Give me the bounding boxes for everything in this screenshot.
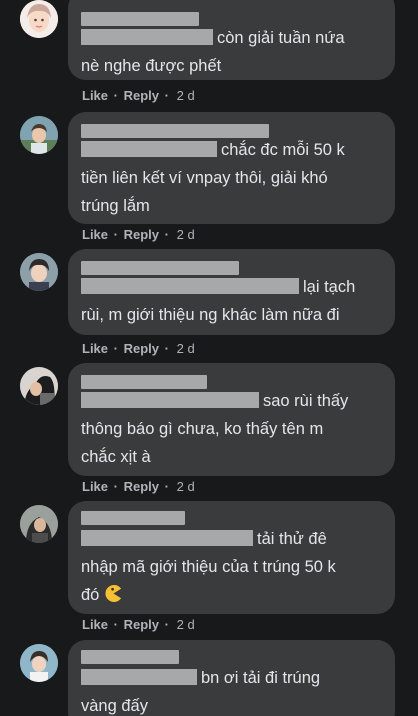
- comment-timestamp[interactable]: 2 d: [177, 227, 195, 242]
- like-button[interactable]: Like: [82, 617, 108, 632]
- pacman-emoji-icon: [105, 584, 122, 603]
- comment-text-line: chắc đc mỗi 50 k: [221, 141, 345, 159]
- comment-text-line: nhập mã giới thiệu của t trúng 50 k: [81, 558, 336, 576]
- separator-dot: ·: [113, 88, 118, 103]
- comment-text-line: vàng đấy: [81, 697, 148, 715]
- comment-text-line: nè nghe được phết: [81, 57, 222, 75]
- comment-timestamp[interactable]: 2 d: [177, 479, 195, 494]
- like-button[interactable]: Like: [82, 88, 108, 103]
- avatar[interactable]: [20, 644, 58, 682]
- separator-dot: ·: [113, 617, 118, 632]
- avatar-photo-icon: [20, 505, 58, 543]
- comment-timestamp[interactable]: 2 d: [177, 88, 195, 103]
- comment-actions: Like · Reply · 2 d: [82, 617, 195, 632]
- separator-dot: ·: [164, 341, 169, 356]
- comment-text: chắc đc mỗi 50 k tiền liên kết ví vnpay …: [81, 136, 385, 220]
- reply-button[interactable]: Reply: [124, 227, 159, 242]
- redacted-author-name: [81, 650, 179, 664]
- comment-text-line: tiền liên kết ví vnpay thôi, giải khó: [81, 169, 328, 187]
- comment-text-line: sao rùi thấy: [263, 392, 349, 410]
- comment-actions: Like · Reply · 2 d: [82, 479, 195, 494]
- comment-text-line: thông báo gì chưa, ko thấy tên m: [81, 420, 324, 438]
- comment-bubble: sao rùi thấy thông báo gì chưa, ko thấy …: [68, 363, 395, 476]
- comment-bubble: lại tạch rùi, m giới thiệu ng khác làm n…: [68, 249, 395, 335]
- avatar[interactable]: [20, 0, 58, 38]
- comment-text-line: còn giải tuần nứa: [217, 29, 345, 47]
- comment-text: bn ơi tải đi trúng vàng đấy: [81, 664, 385, 716]
- comment-timestamp[interactable]: 2 d: [177, 341, 195, 356]
- comment-bubble: tải thử đê nhập mã giới thiệu của t trún…: [68, 501, 395, 614]
- redacted-text: [81, 141, 217, 157]
- avatar-photo-icon: [20, 644, 58, 682]
- reply-button[interactable]: Reply: [124, 341, 159, 356]
- comment-bubble: chắc đc mỗi 50 k tiền liên kết ví vnpay …: [68, 112, 395, 224]
- reply-button[interactable]: Reply: [124, 88, 159, 103]
- redacted-author-name: [81, 511, 185, 525]
- redacted-text: [81, 392, 259, 408]
- comment-text-line: lại tạch: [303, 278, 356, 296]
- separator-dot: ·: [164, 479, 169, 494]
- avatar[interactable]: [20, 253, 58, 291]
- comment-text-line: trúng lắm: [81, 197, 150, 215]
- separator-dot: ·: [113, 479, 118, 494]
- comment-text-line: tải thử đê: [257, 530, 327, 548]
- avatar-photo-icon: [20, 0, 58, 38]
- comment-text-line: chắc xịt à: [81, 448, 151, 466]
- comment-actions: Like · Reply · 2 d: [82, 88, 195, 103]
- like-button[interactable]: Like: [82, 227, 108, 242]
- redacted-text: [81, 278, 299, 294]
- separator-dot: ·: [164, 88, 169, 103]
- comment-feed: còn giải tuần nứa nè nghe được phết Like…: [0, 0, 418, 716]
- redacted-text: [81, 530, 253, 546]
- separator-dot: ·: [164, 227, 169, 242]
- comment-text: tải thử đê nhập mã giới thiệu của t trún…: [81, 525, 385, 609]
- avatar[interactable]: [20, 367, 58, 405]
- avatar[interactable]: [20, 505, 58, 543]
- separator-dot: ·: [164, 617, 169, 632]
- comment-actions: Like · Reply · 2 d: [82, 227, 195, 242]
- like-button[interactable]: Like: [82, 341, 108, 356]
- comment-actions: Like · Reply · 2 d: [82, 341, 195, 356]
- redacted-text: [81, 29, 213, 45]
- avatar-photo-icon: [20, 116, 58, 154]
- reply-button[interactable]: Reply: [124, 479, 159, 494]
- avatar[interactable]: [20, 116, 58, 154]
- comment-text: sao rùi thấy thông báo gì chưa, ko thấy …: [81, 387, 385, 471]
- separator-dot: ·: [113, 341, 118, 356]
- like-button[interactable]: Like: [82, 479, 108, 494]
- separator-dot: ·: [113, 227, 118, 242]
- comment-bubble: còn giải tuần nứa nè nghe được phết: [68, 0, 395, 80]
- comment-text-line: bn ơi tải đi trúng: [201, 669, 321, 687]
- comment-timestamp[interactable]: 2 d: [177, 617, 195, 632]
- reply-button[interactable]: Reply: [124, 617, 159, 632]
- avatar-photo-icon: [20, 367, 58, 405]
- comment-text: còn giải tuần nứa nè nghe được phết: [81, 24, 385, 80]
- avatar-photo-icon: [20, 253, 58, 291]
- comment-text-line: đó: [81, 586, 100, 604]
- comment-text-line: rùi, m giới thiệu ng khác làm nữa đi: [81, 306, 340, 324]
- comment-bubble: bn ơi tải đi trúng vàng đấy: [68, 640, 395, 716]
- redacted-text: [81, 669, 197, 685]
- comment-text: lại tạch rùi, m giới thiệu ng khác làm n…: [81, 273, 385, 329]
